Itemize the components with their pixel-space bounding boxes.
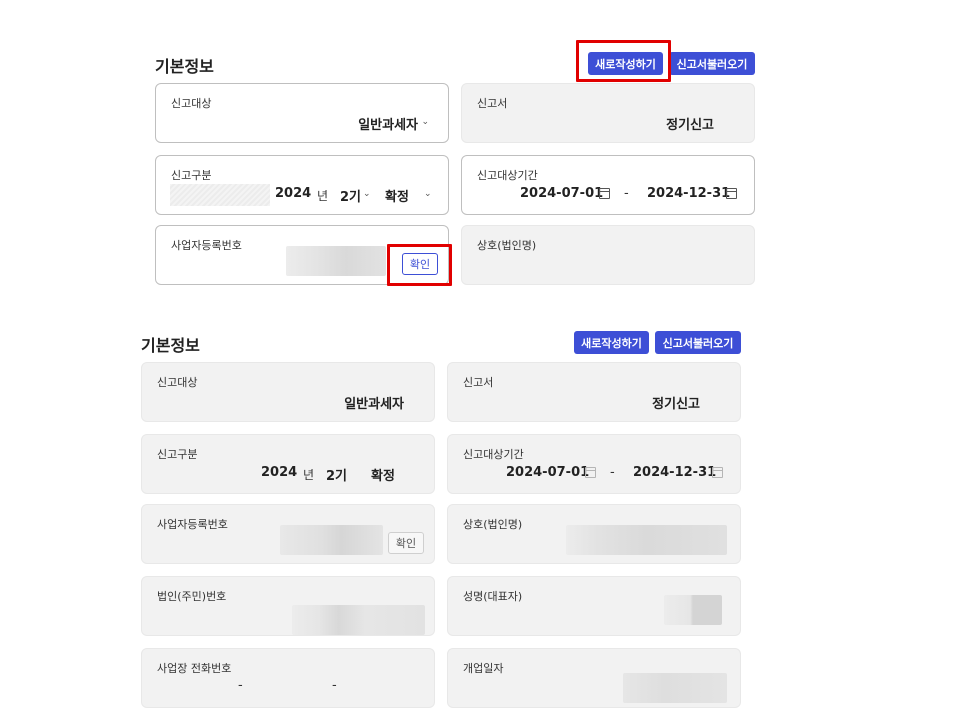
load-report-button[interactable]: 신고서불러오기: [669, 52, 755, 75]
report-target-field: 신고대상 일반과세자: [141, 362, 435, 422]
blurred-value: [623, 673, 727, 703]
period-end-date[interactable]: 2024-12-31: [647, 186, 730, 201]
report-form-field: 신고서 정기신고: [447, 362, 741, 422]
field-label: 개업일자: [463, 662, 504, 675]
report-term-select[interactable]: 2기: [340, 186, 361, 205]
load-report-button[interactable]: 신고서불러오기: [655, 331, 741, 354]
biz-number-field: 사업자등록번호 확인: [141, 504, 435, 564]
report-status-select[interactable]: 확정: [385, 186, 409, 205]
period-separator: -: [624, 186, 629, 201]
year-unit-label: 년: [303, 468, 315, 482]
report-year-value: 2024: [261, 465, 298, 480]
field-label: 사업자등록번호: [171, 239, 242, 252]
confirm-button: 확인: [388, 532, 424, 554]
calendar-icon: [585, 467, 596, 478]
field-label: 사업자등록번호: [157, 518, 228, 531]
field-label: 신고대상기간: [463, 448, 524, 461]
company-name-field: 상호(법인명): [447, 504, 741, 564]
report-year-value[interactable]: 2024: [275, 186, 311, 201]
blurred-value: [664, 595, 722, 625]
field-label: 신고서: [463, 376, 494, 389]
page-title: 기본정보: [141, 336, 200, 355]
chevron-down-icon: ⌄: [424, 189, 432, 199]
period-start-date: 2024-07-01: [506, 465, 590, 480]
report-form-value: 정기신고: [666, 118, 714, 133]
field-label: 신고구분: [157, 448, 198, 461]
new-report-button[interactable]: 새로작성하기: [588, 52, 663, 75]
confirm-button[interactable]: 확인: [402, 253, 438, 275]
field-label: 신고대상: [171, 97, 212, 110]
field-label: 사업장 전화번호: [157, 662, 232, 675]
report-type-field: 신고구분 2024 년 2기 ⌄ 확정 ⌄: [155, 155, 449, 215]
report-type-field: 신고구분 2024 년 2기 확정: [141, 434, 435, 494]
field-label: 상호(법인명): [463, 518, 523, 531]
blurred-region: [170, 184, 270, 206]
report-target-value: 일반과세자: [358, 118, 418, 133]
field-label: 신고대상기간: [477, 169, 538, 182]
field-label: 법인(주민)번호: [157, 590, 227, 603]
corp-number-field: 법인(주민)번호: [141, 576, 435, 636]
period-end-date: 2024-12-31: [633, 465, 717, 480]
year-unit-label: 년: [317, 189, 329, 203]
phone-field: 사업장 전화번호 - -: [141, 648, 435, 708]
report-form-value: 정기신고: [652, 397, 700, 412]
rep-name-field: 성명(대표자): [447, 576, 741, 636]
report-period-field: 신고대상기간 2024-07-01 - 2024-12-31: [461, 155, 755, 215]
report-form-field: 신고서 정기신고: [461, 83, 755, 143]
report-period-field: 신고대상기간 2024-07-01 - 2024-12-31: [447, 434, 741, 494]
company-name-field: 상호(법인명): [461, 225, 755, 285]
report-status-value: 확정: [371, 469, 395, 484]
page-title: 기본정보: [155, 57, 214, 76]
calendar-icon[interactable]: [726, 188, 737, 199]
period-start-date[interactable]: 2024-07-01: [520, 186, 603, 201]
report-target-value: 일반과세자: [344, 397, 404, 412]
open-date-field: 개업일자: [447, 648, 741, 708]
field-label: 상호(법인명): [477, 239, 537, 252]
period-separator: -: [610, 465, 615, 480]
field-label: 신고구분: [171, 169, 212, 182]
new-report-button[interactable]: 새로작성하기: [574, 331, 649, 354]
blurred-value: [280, 525, 383, 555]
biz-number-field: 사업자등록번호 확인: [155, 225, 449, 285]
blurred-input[interactable]: [286, 246, 386, 276]
chevron-down-icon: ⌄: [363, 189, 371, 199]
report-target-select[interactable]: 신고대상 일반과세자 ⌄: [155, 83, 449, 143]
report-term-value: 2기: [326, 469, 348, 484]
field-label: 신고대상: [157, 376, 198, 389]
calendar-icon[interactable]: [599, 188, 610, 199]
blurred-value: [566, 525, 727, 555]
phone-separator: -: [238, 678, 243, 693]
field-label: 신고서: [477, 97, 508, 110]
chevron-down-icon: ⌄: [421, 117, 429, 127]
blurred-value: [292, 605, 425, 635]
phone-separator: -: [332, 678, 337, 693]
calendar-icon: [712, 467, 723, 478]
field-label: 성명(대표자): [463, 590, 523, 603]
